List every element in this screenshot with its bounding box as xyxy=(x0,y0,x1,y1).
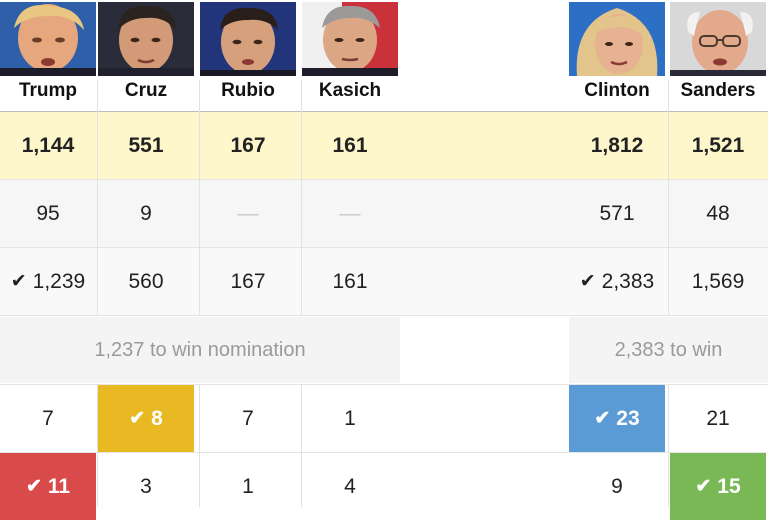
total-count: 560 xyxy=(128,269,164,293)
state-result-winner: ✔ 15 xyxy=(670,453,766,520)
pledged-count: 551 xyxy=(128,133,164,157)
candidate-photo-sanders xyxy=(670,2,766,76)
total-count: 1,569 xyxy=(691,269,745,293)
pledged-count: 1,144 xyxy=(21,133,75,157)
total-value: 2,383 xyxy=(601,269,655,293)
checkmark-icon: ✔ xyxy=(594,408,611,429)
superdelegate-count: — xyxy=(237,201,259,225)
state-value: 8 xyxy=(151,406,163,430)
state-value: 11 xyxy=(47,474,71,498)
candidate-name: Sanders xyxy=(680,80,756,101)
superdelegate-count: — xyxy=(339,201,361,225)
candidate-column-sanders: Sanders 1,521 48 1,569 21 ✔ 15 xyxy=(670,0,766,520)
candidate-column-kasich: Kasich 161 — 161 1 4 xyxy=(302,0,398,507)
candidate-photo-trump xyxy=(0,2,96,76)
superdelegate-count: 9 xyxy=(140,201,152,225)
candidate-column-rubio: Rubio 167 — 167 7 1 xyxy=(200,0,296,507)
candidate-name: Kasich xyxy=(318,80,382,101)
checkmark-icon: ✔ xyxy=(695,476,712,497)
column-divider xyxy=(668,80,669,316)
candidate-column-cruz: Cruz 551 9 560 ✔ 8 3 xyxy=(98,0,194,507)
state-result: 7 xyxy=(42,406,54,430)
total-count: 167 xyxy=(230,269,266,293)
state-result: 3 xyxy=(140,474,152,498)
state-result: 1 xyxy=(242,474,254,498)
pledged-count: 1,812 xyxy=(590,133,644,157)
total-count: ✔ 2,383 xyxy=(569,248,665,315)
pledged-count: 167 xyxy=(230,133,266,157)
total-count: 161 xyxy=(332,269,368,293)
candidate-name: Rubio xyxy=(221,80,275,101)
candidate-column-clinton: Clinton 1,812 571 ✔ 2,383 ✔ 23 9 xyxy=(569,0,665,507)
column-divider xyxy=(668,385,669,507)
pledged-count: 1,521 xyxy=(691,133,745,157)
superdelegate-count: 48 xyxy=(706,201,730,225)
state-result: 4 xyxy=(344,474,356,498)
state-result-winner: ✔ 23 xyxy=(569,385,665,452)
candidate-photo-clinton xyxy=(569,2,665,76)
state-result: 9 xyxy=(611,474,623,498)
total-value: 1,239 xyxy=(32,269,86,293)
state-result: 1 xyxy=(344,406,356,430)
state-result-winner: ✔ 11 xyxy=(0,453,96,520)
candidate-column-trump: Trump 1,144 95 ✔ 1,239 7 ✔ 11 xyxy=(0,0,96,520)
candidate-photo-kasich xyxy=(302,2,398,76)
candidate-name: Cruz xyxy=(124,80,168,101)
candidate-name: Trump xyxy=(18,80,78,101)
candidate-name: Clinton xyxy=(584,80,650,101)
delegate-count-table: 1,237 to win nomination 2,383 to win Tru… xyxy=(0,0,768,520)
checkmark-icon: ✔ xyxy=(25,476,42,497)
state-value: 23 xyxy=(616,406,640,430)
candidate-photo-cruz xyxy=(98,2,194,76)
pledged-count: 161 xyxy=(332,133,368,157)
superdelegate-count: 95 xyxy=(36,201,60,225)
checkmark-icon: ✔ xyxy=(579,271,596,292)
state-result-winner: ✔ 8 xyxy=(98,385,194,452)
candidate-photo-rubio xyxy=(200,2,296,76)
state-value: 15 xyxy=(717,474,741,498)
total-count: ✔ 1,239 xyxy=(0,248,96,315)
checkmark-icon: ✔ xyxy=(10,271,27,292)
checkmark-icon: ✔ xyxy=(129,408,146,429)
state-result: 7 xyxy=(242,406,254,430)
superdelegate-count: 571 xyxy=(599,201,635,225)
state-result: 21 xyxy=(706,406,730,430)
